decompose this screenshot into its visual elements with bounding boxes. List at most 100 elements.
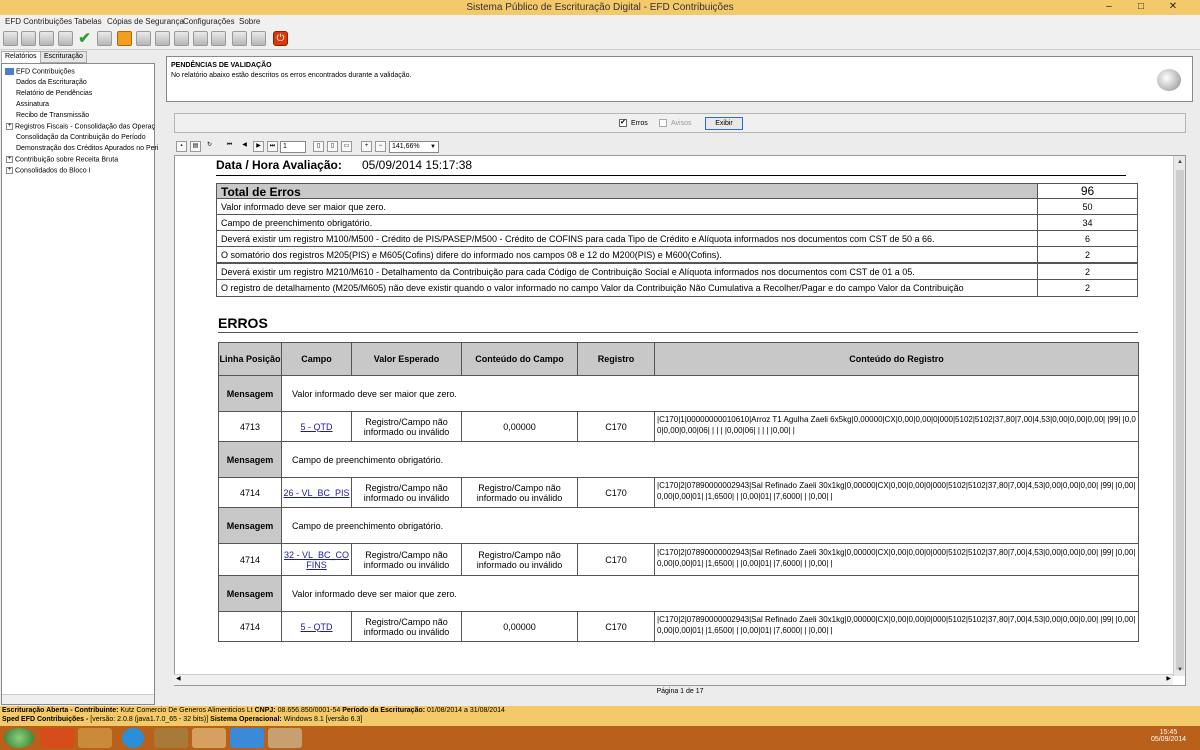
tree-item[interactable]: + Registros Fiscais - Consolidação das Op… [6,123,155,130]
campo-link[interactable]: 5 - QTD [281,411,352,442]
taskbar-app-icon[interactable] [192,728,226,748]
report-vertical-scrollbar[interactable]: ▲ ▼ [1173,156,1185,676]
sped-logo-icon [1157,69,1181,91]
zoom-select[interactable]: 141,66% ▼ [389,141,439,153]
sign-icon[interactable] [155,31,170,46]
tree-horizontal-scrollbar[interactable] [2,694,154,704]
exibir-button[interactable]: Exibir [705,117,743,130]
conteudo-registro: |C170|2|07890000002943|Sal Refinado Zael… [654,543,1139,576]
summary-desc: Deverá existir um registro M100/M500 - C… [216,230,1038,247]
scroll-left-icon[interactable]: ◀ [176,675,181,682]
file-explorer-icon[interactable] [78,728,112,748]
exit-icon[interactable]: ⏻ [273,31,288,46]
menu-efd-contribuicoes[interactable]: EFD Contribuições [5,17,72,26]
campo-link[interactable]: 5 - QTD [281,611,352,642]
registro: C170 [577,611,655,642]
tree-item[interactable]: Dados da Escrituração [16,79,87,86]
tree-item[interactable]: + Contribuição sobre Receita Bruta [6,156,118,163]
taskbar-clock[interactable]: 15:45 05/09/2014 [1151,729,1186,743]
validate-icon[interactable] [58,31,73,46]
two-page-icon[interactable]: ▯ [327,141,338,152]
valor-esperado: Registro/Campo não informado ou inválido [351,611,462,642]
tree-item[interactable]: EFD Contribuições [5,68,75,75]
save-icon[interactable] [232,31,247,46]
zoom-out-icon[interactable]: − [375,141,386,152]
first-page-icon[interactable]: ⏮ [224,141,235,152]
tree-item[interactable]: Consolidação da Contribuição do Período [16,134,146,141]
erros-label: Erros [631,120,648,127]
erros-checkbox[interactable]: ✔ [619,119,627,127]
scroll-right-icon[interactable]: ▶ [1166,675,1171,682]
tab-relatorios[interactable]: Relatórios [1,51,41,63]
taskbar-app-icon[interactable] [268,728,302,748]
page-number-input[interactable]: 1 [280,141,306,153]
refresh-icon[interactable]: ↻ [204,141,215,152]
tree-item[interactable]: + Consolidados do Bloco I [6,167,91,174]
divider [218,332,1138,333]
single-page-icon[interactable]: ▯ [313,141,324,152]
last-page-icon[interactable]: ⏭ [267,141,278,152]
conteudo-registro: |C170|1|00000000010610|Arroz T1 Agulha Z… [654,411,1139,442]
linha-posicao: 4714 [218,611,282,642]
data-hora-label: Data / Hora Avaliação: [216,158,342,172]
expand-icon[interactable]: + [6,167,13,174]
summary-count: 6 [1037,230,1138,247]
save-as-icon[interactable] [251,31,266,46]
delete-icon[interactable] [117,31,132,46]
valor-esperado: Registro/Campo não informado ou inválido [351,543,462,576]
tree-item[interactable]: Recibo de Transmissão [16,112,89,119]
new-file-icon[interactable] [3,31,18,46]
checkmark-icon[interactable]: ✔ [77,31,92,46]
tree-item[interactable]: Demonstração dos Créditos Apurados no Pe… [16,145,158,152]
summary-desc: Deverá existir um registro M210/M610 - D… [216,263,1038,280]
tools-icon[interactable] [211,31,226,46]
tab-escrituracao[interactable]: Escrituração [40,51,87,63]
print-report-icon[interactable]: ▤ [190,141,201,152]
taskbar-app-icon[interactable] [154,728,188,748]
open-file-icon[interactable] [21,31,36,46]
fit-width-icon[interactable]: ▭ [341,141,352,152]
zoom-in-icon[interactable]: + [361,141,372,152]
skype-icon[interactable] [122,728,144,748]
avisos-label: Avisos [671,120,692,127]
tree-item[interactable]: Assinatura [16,101,49,108]
menu-tabelas[interactable]: Tabelas [74,17,102,26]
start-button-icon[interactable] [4,728,34,748]
scroll-up-icon[interactable]: ▲ [1174,156,1186,168]
summary-desc: O registro de detalhamento (M205/M605) n… [216,279,1038,297]
maximize-button[interactable]: □ [1128,0,1154,14]
menu-configuracoes[interactable]: Configurações [183,17,235,26]
campo-link[interactable]: 32 - VL_BC_COFINS [281,543,352,576]
internet-explorer-icon[interactable] [230,728,264,748]
next-page-icon[interactable]: ▶ [253,141,264,152]
expand-icon[interactable]: + [6,156,13,163]
report-horizontal-scrollbar[interactable]: ◀ ▶ [174,674,1173,685]
mensagem-text: Campo de preenchimento obrigatório. [281,441,1139,478]
taskbar-app-icon[interactable] [40,728,74,748]
previous-page-icon[interactable]: ◀ [239,141,250,152]
summary-desc: Campo de preenchimento obrigatório. [216,214,1038,231]
campo-link[interactable]: 26 - VL_BC_PIS [281,477,352,508]
print-icon[interactable] [136,31,151,46]
registro: C170 [577,543,655,576]
menu-sobre[interactable]: Sobre [239,17,260,26]
mensagem-label: Mensagem [218,575,282,612]
status-line-2: Sped EFD Contribuições - [versão: 2.0.8 … [2,716,363,723]
folder-icon[interactable] [39,31,54,46]
avisos-checkbox[interactable] [659,119,667,127]
scroll-thumb[interactable] [1176,170,1184,670]
root-icon [5,68,14,75]
valor-esperado: Registro/Campo não informado ou inválido [351,477,462,508]
minimize-button[interactable]: – [1096,0,1122,14]
menu-copias-seguranca[interactable]: Cópias de Segurança [107,17,184,26]
linha-posicao: 4714 [218,543,282,576]
expand-icon[interactable]: + [6,123,13,130]
tree-item[interactable]: Relatório de Pendências [16,90,92,97]
scroll-down-icon[interactable]: ▼ [1174,664,1186,676]
mensagem-label: Mensagem [218,375,282,412]
import-icon[interactable] [97,31,112,46]
transmit-icon[interactable] [174,31,189,46]
receipt-icon[interactable] [193,31,208,46]
close-button[interactable]: ✕ [1158,0,1188,14]
save-report-icon[interactable]: ▪ [176,141,187,152]
